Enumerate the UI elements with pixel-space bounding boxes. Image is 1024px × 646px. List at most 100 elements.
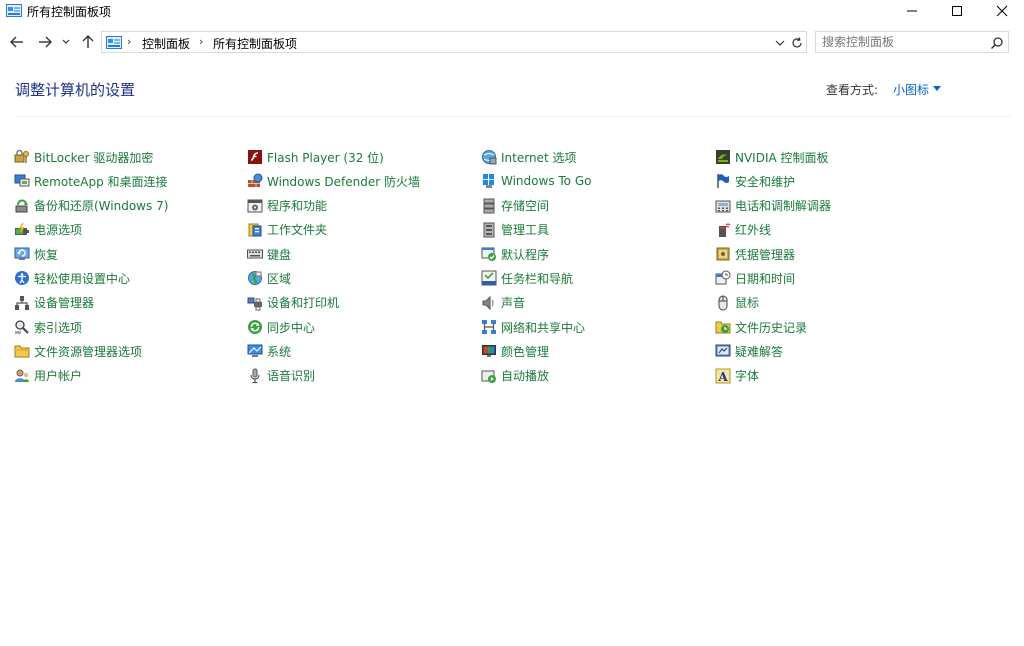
control-panel-item[interactable]: 疑难解答 [715, 339, 949, 363]
control-panel-item[interactable]: Windows Defender 防火墙 [247, 169, 481, 193]
control-panel-item-label[interactable]: 电源选项 [34, 221, 82, 238]
control-panel-item[interactable]: 安全和维护 [715, 169, 949, 193]
control-panel-item[interactable]: 设备和打印机 [247, 291, 481, 315]
control-panel-item-label[interactable]: 设备和打印机 [267, 294, 339, 311]
control-panel-item-label[interactable]: 声音 [501, 294, 525, 311]
control-panel-item-label[interactable]: 电话和调制解调器 [735, 197, 831, 214]
control-panel-item-label[interactable]: 网络和共享中心 [501, 319, 585, 336]
control-panel-item-label[interactable]: 用户帐户 [34, 367, 82, 384]
close-button[interactable] [979, 0, 1024, 22]
control-panel-item[interactable]: NVIDIA 控制面板 [715, 145, 949, 169]
control-panel-item[interactable]: A 字体 [715, 364, 949, 388]
control-panel-item-label[interactable]: 红外线 [735, 221, 771, 238]
control-panel-item[interactable]: Windows To Go [481, 169, 715, 193]
control-panel-item-label[interactable]: 自动播放 [501, 367, 549, 384]
control-panel-item-label[interactable]: 索引选项 [34, 319, 82, 336]
control-panel-item[interactable]: 同步中心 [247, 315, 481, 339]
control-panel-item[interactable]: 电源选项 [14, 218, 247, 242]
control-panel-item[interactable]: 恢复 [14, 242, 247, 266]
control-panel-item[interactable]: 鼠标 [715, 291, 949, 315]
control-panel-item[interactable]: 凭据管理器 [715, 242, 949, 266]
address-bar[interactable]: › 控制面板 › 所有控制面板项 [101, 31, 807, 53]
control-panel-item-label[interactable]: Windows To Go [501, 174, 591, 188]
control-panel-item[interactable]: 声音 [481, 291, 715, 315]
control-panel-item-label[interactable]: 同步中心 [267, 319, 315, 336]
control-panel-item-label[interactable]: Internet 选项 [501, 149, 576, 166]
control-panel-item-label[interactable]: Flash Player (32 位) [267, 149, 384, 166]
maximize-button[interactable] [934, 0, 979, 22]
control-panel-item-label[interactable]: 语音识别 [267, 367, 315, 384]
breadcrumb-separator-icon[interactable]: › [199, 35, 203, 48]
control-panel-item-label[interactable]: 鼠标 [735, 294, 759, 311]
minimize-button[interactable] [889, 0, 934, 22]
control-panel-item[interactable]: 文件资源管理器选项 [14, 339, 247, 363]
control-panel-item-label[interactable]: 键盘 [267, 246, 291, 263]
control-panel-item-label[interactable]: 颜色管理 [501, 343, 549, 360]
forward-button[interactable] [35, 32, 55, 52]
recent-locations-button[interactable] [59, 32, 73, 52]
control-panel-item[interactable]: 轻松使用设置中心 [14, 266, 247, 290]
dropdown-arrow-icon[interactable] [933, 86, 941, 91]
back-button[interactable] [7, 32, 27, 52]
control-panel-item-label[interactable]: 存储空间 [501, 197, 549, 214]
control-panel-item[interactable]: Internet 选项 [481, 145, 715, 169]
control-panel-item[interactable]: 语音识别 [247, 364, 481, 388]
control-panel-item[interactable]: 网络和共享中心 [481, 315, 715, 339]
control-panel-item[interactable]: 系统 [247, 339, 481, 363]
control-panel-item[interactable]: 程序和功能 [247, 194, 481, 218]
admin-tools-icon [481, 222, 497, 238]
control-panel-item-label[interactable]: 疑难解答 [735, 343, 783, 360]
view-by-dropdown[interactable]: 小图标 [893, 81, 929, 98]
control-panel-item-label[interactable]: 程序和功能 [267, 197, 327, 214]
control-panel-item[interactable]: 工作文件夹 [247, 218, 481, 242]
control-panel-item[interactable]: 用户帐户 [14, 364, 247, 388]
control-panel-item-label[interactable]: 系统 [267, 343, 291, 360]
up-button[interactable] [78, 32, 98, 52]
control-panel-item[interactable]: 存储空间 [481, 194, 715, 218]
control-panel-item[interactable]: 自动播放 [481, 364, 715, 388]
control-panel-item-label[interactable]: 任务栏和导航 [501, 270, 573, 287]
control-panel-item-label[interactable]: 管理工具 [501, 221, 549, 238]
control-panel-item-label[interactable]: 默认程序 [501, 246, 549, 263]
control-panel-item-label[interactable]: 区域 [267, 270, 291, 287]
control-panel-item-label[interactable]: 恢复 [34, 246, 58, 263]
search-box[interactable] [815, 31, 1009, 53]
control-panel-item[interactable]: 日期和时间 [715, 266, 949, 290]
control-panel-item-label[interactable]: Windows Defender 防火墙 [267, 173, 420, 190]
breadcrumb-separator-icon[interactable]: › [127, 35, 131, 48]
control-panel-item[interactable]: 键盘 [247, 242, 481, 266]
address-dropdown-button[interactable] [773, 35, 787, 49]
control-panel-item[interactable]: RemoteApp 和桌面连接 [14, 169, 247, 193]
search-input[interactable] [822, 34, 982, 50]
control-panel-item[interactable]: 任务栏和导航 [481, 266, 715, 290]
control-panel-item-label[interactable]: BitLocker 驱动器加密 [34, 149, 153, 166]
control-panel-item[interactable]: 红外线 [715, 218, 949, 242]
control-panel-item-label[interactable]: 备份和还原(Windows 7) [34, 197, 168, 214]
control-panel-item[interactable]: 管理工具 [481, 218, 715, 242]
control-panel-item[interactable]: BitLocker 驱动器加密 [14, 145, 247, 169]
control-panel-item-label[interactable]: NVIDIA 控制面板 [735, 149, 829, 166]
control-panel-item-label[interactable]: 轻松使用设置中心 [34, 270, 130, 287]
control-panel-item[interactable]: 颜色管理 [481, 339, 715, 363]
search-icon[interactable] [990, 35, 1004, 50]
control-panel-item[interactable]: 文件历史记录 [715, 315, 949, 339]
control-panel-item[interactable]: 电话和调制解调器 [715, 194, 949, 218]
control-panel-item[interactable]: 设备管理器 [14, 291, 247, 315]
breadcrumb-all-items[interactable]: 所有控制面板项 [213, 35, 297, 52]
control-panel-item-label[interactable]: 日期和时间 [735, 270, 795, 287]
control-panel-item[interactable]: 默认程序 [481, 242, 715, 266]
control-panel-item-label[interactable]: 工作文件夹 [267, 221, 327, 238]
control-panel-item-label[interactable]: 文件历史记录 [735, 319, 807, 336]
control-panel-item-label[interactable]: 安全和维护 [735, 173, 795, 190]
control-panel-item[interactable]: Flash Player (32 位) [247, 145, 481, 169]
control-panel-item-label[interactable]: 文件资源管理器选项 [34, 343, 142, 360]
control-panel-item-label[interactable]: RemoteApp 和桌面连接 [34, 173, 168, 190]
control-panel-item[interactable]: 索引选项 [14, 315, 247, 339]
control-panel-item[interactable]: 备份和还原(Windows 7) [14, 194, 247, 218]
control-panel-item-label[interactable]: 凭据管理器 [735, 246, 795, 263]
refresh-button[interactable] [790, 35, 804, 49]
control-panel-item[interactable]: 区域 [247, 266, 481, 290]
breadcrumb-control-panel[interactable]: 控制面板 [142, 35, 190, 52]
control-panel-item-label[interactable]: 字体 [735, 367, 759, 384]
control-panel-item-label[interactable]: 设备管理器 [34, 294, 94, 311]
